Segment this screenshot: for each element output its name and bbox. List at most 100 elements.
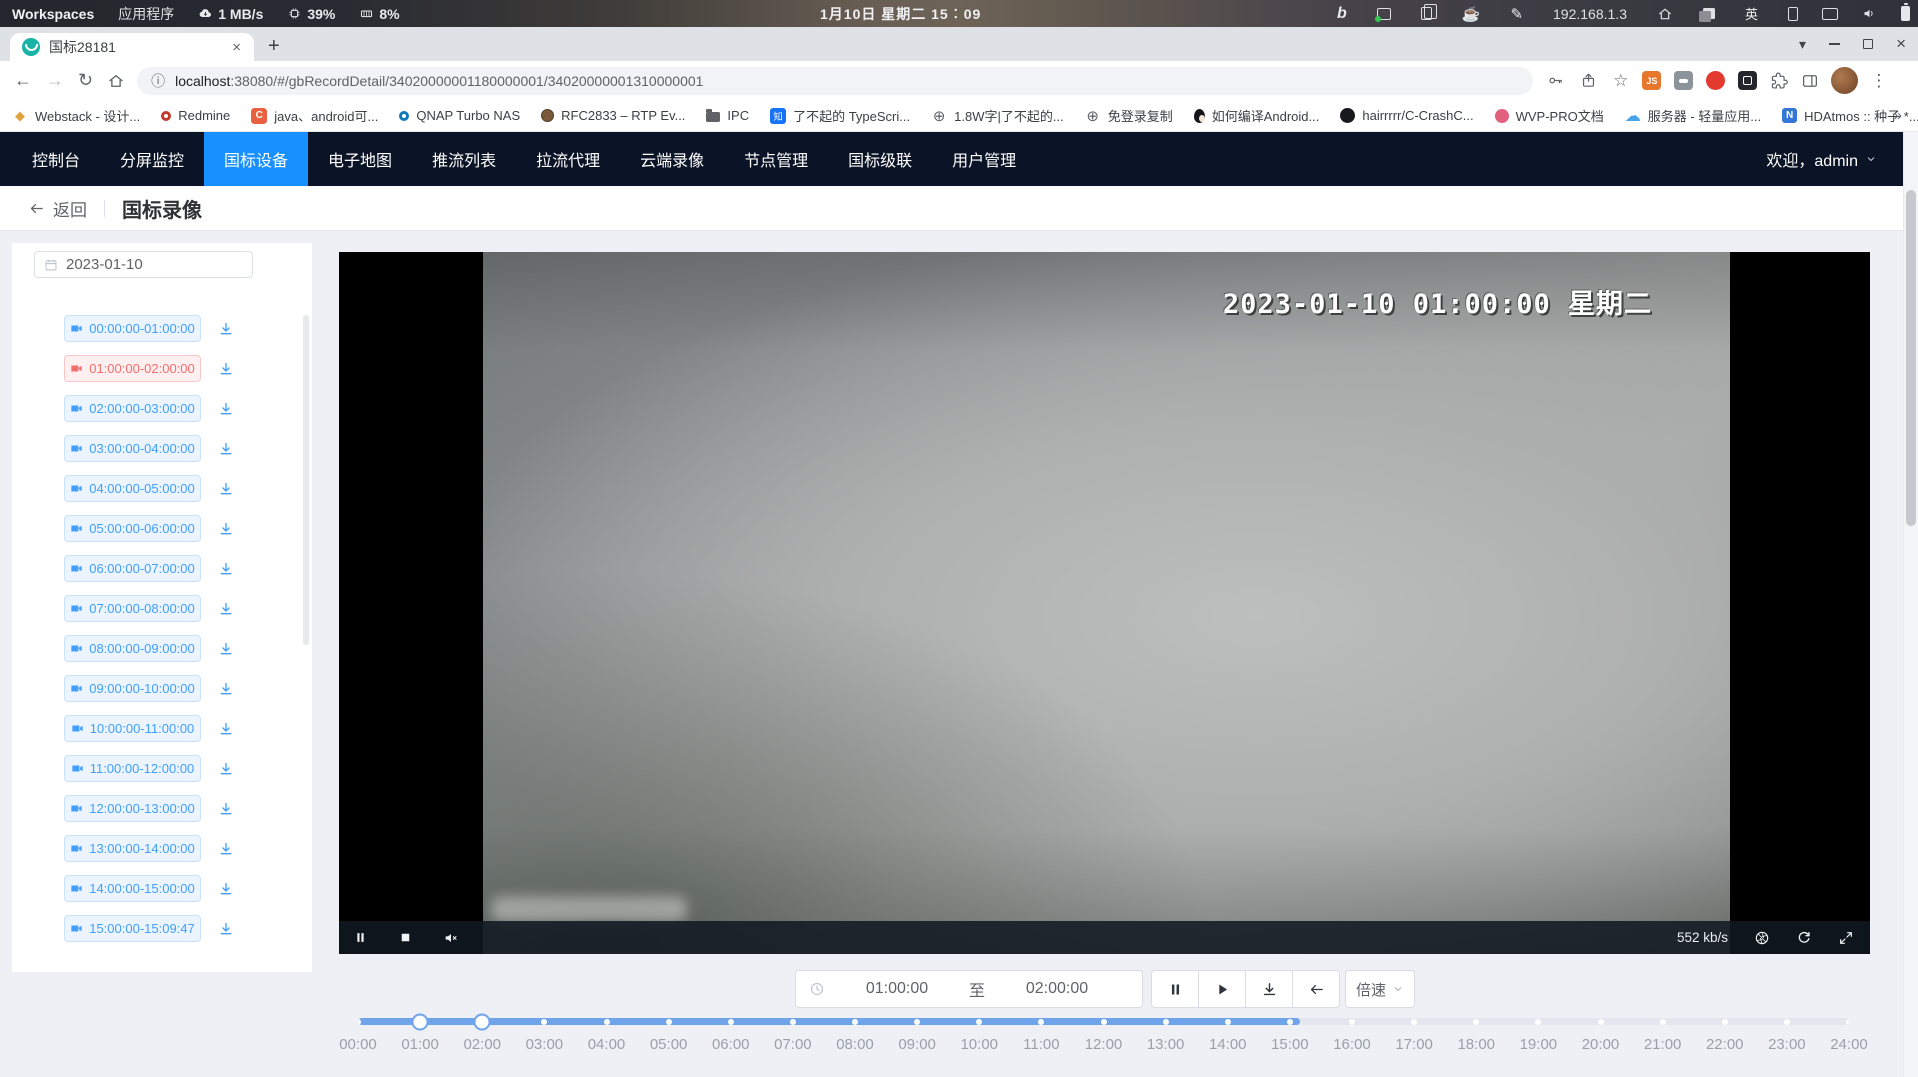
pause-icon[interactable] [353, 930, 368, 945]
segment-play-button[interactable]: 13:00:00-14:00:00 [64, 835, 201, 862]
download-button[interactable] [1245, 970, 1293, 1008]
profile-avatar[interactable] [1831, 67, 1858, 94]
js-extension-icon[interactable]: JS [1642, 71, 1661, 90]
segment-play-button[interactable]: 14:00:00-15:00:00 [64, 875, 201, 902]
segment-play-button[interactable]: 06:00:00-07:00:00 [64, 555, 201, 582]
screenshot-tray-icon[interactable] [1377, 8, 1391, 20]
segment-play-button[interactable]: 15:00:00-15:09:47 [64, 915, 201, 942]
segment-download-icon[interactable] [218, 841, 234, 857]
timeline-handle-start[interactable] [412, 1013, 429, 1030]
page-scrollbar[interactable] [1903, 132, 1918, 1077]
bookmark-item[interactable]: WVP-PRO文档 [1495, 106, 1604, 125]
segment-download-icon[interactable] [218, 881, 234, 897]
nav-menu-item[interactable]: 拉流代理 [516, 132, 620, 186]
bookmark-item[interactable]: 免登录复制 [1085, 106, 1173, 125]
workspaces-button[interactable]: Workspaces [12, 6, 94, 22]
segment-download-icon[interactable] [218, 361, 234, 377]
browser-back-button[interactable]: ← [14, 70, 32, 91]
stop-icon[interactable] [398, 930, 413, 945]
input-language-indicator[interactable]: 英 [1745, 4, 1758, 23]
segment-download-icon[interactable] [218, 481, 234, 497]
end-time-field[interactable]: 02:00:00 [985, 980, 1129, 998]
window-close-button[interactable]: × [1896, 34, 1906, 54]
segment-download-icon[interactable] [218, 641, 234, 657]
segment-download-icon[interactable] [218, 761, 234, 777]
applications-menu[interactable]: 应用程序 [118, 4, 174, 24]
gray-extension-icon[interactable] [1674, 71, 1693, 90]
tab-list-chevron-icon[interactable]: ▾ [1799, 36, 1806, 53]
nav-menu-item[interactable]: 国标设备 [204, 132, 308, 186]
refresh-icon[interactable] [1796, 930, 1812, 946]
segment-play-button[interactable]: 10:00:00-11:00:00 [64, 715, 201, 742]
segment-download-icon[interactable] [218, 921, 234, 937]
segment-play-button[interactable]: 07:00:00-08:00:00 [64, 595, 201, 622]
browser-tab[interactable]: 国标28181 × [10, 33, 254, 61]
nav-menu-item[interactable]: 分屏监控 [100, 132, 204, 186]
segment-play-button[interactable]: 01:00:00-02:00:00 [64, 355, 201, 382]
sidebar-scrollbar[interactable] [303, 315, 309, 645]
playback-speed-button[interactable]: 倍速 [1345, 970, 1415, 1008]
bookmark-item[interactable]: RFC2833 – RTP Ev... [541, 108, 685, 123]
bookmark-item[interactable]: 如何编译Android... [1194, 106, 1320, 125]
mute-speaker-icon[interactable] [443, 930, 459, 946]
segment-download-icon[interactable] [218, 721, 234, 737]
start-time-field[interactable]: 01:00:00 [825, 980, 969, 998]
pen-tray-icon[interactable]: ✎ [1510, 5, 1523, 23]
segment-play-button[interactable]: 02:00:00-03:00:00 [64, 395, 201, 422]
segment-download-icon[interactable] [218, 521, 234, 537]
video-player[interactable]: 2023-01-10 01:00:00 星期二 552 kb/s [339, 252, 1870, 954]
new-tab-button[interactable]: + [268, 32, 280, 60]
browser-reload-button[interactable]: ↻ [78, 70, 93, 91]
dark-extension-icon[interactable] [1738, 71, 1757, 90]
nav-menu-item[interactable]: 推流列表 [412, 132, 516, 186]
segment-play-button[interactable]: 12:00:00-13:00:00 [64, 795, 201, 822]
close-tab-icon[interactable]: × [229, 39, 244, 56]
address-bar[interactable]: ⓘ localhost:38080/#/gbRecordDetail/34020… [137, 67, 1533, 95]
segment-download-icon[interactable] [218, 401, 234, 417]
segment-play-button[interactable]: 11:00:00-12:00:00 [64, 755, 201, 782]
bookmark-item[interactable]: 了不起的 TypeScri... [770, 106, 910, 125]
fullscreen-icon[interactable] [1838, 930, 1854, 946]
password-key-icon[interactable] [1547, 72, 1564, 89]
bookmark-item[interactable]: Redmine [161, 108, 230, 123]
clock-indicator[interactable]: 1月10日 星期二 15︰09 [820, 4, 981, 24]
snapshot-aperture-icon[interactable] [1754, 930, 1770, 946]
bookmark-item[interactable]: Webstack - 设计... [12, 106, 140, 125]
bing-tray-icon[interactable]: b [1337, 5, 1347, 23]
site-info-icon[interactable]: ⓘ [151, 71, 165, 91]
window-maximize-button[interactable] [1863, 39, 1873, 49]
home-tray-icon[interactable] [1657, 6, 1673, 22]
bookmarks-overflow-chevron[interactable]: » [1894, 107, 1902, 124]
caffeine-tray-icon[interactable]: ☕ [1462, 5, 1481, 23]
bookmark-item[interactable]: 服务器 - 轻量应用... [1625, 106, 1761, 125]
nav-menu-item[interactable]: 用户管理 [932, 132, 1036, 186]
segment-download-icon[interactable] [218, 601, 234, 617]
nav-menu-item[interactable]: 控制台 [12, 132, 100, 186]
segment-play-button[interactable]: 04:00:00-05:00:00 [64, 475, 201, 502]
side-panel-icon[interactable] [1801, 72, 1819, 90]
window-switcher-icon[interactable] [1703, 8, 1715, 19]
segment-play-button[interactable]: 09:00:00-10:00:00 [64, 675, 201, 702]
segment-play-button[interactable]: 08:00:00-09:00:00 [64, 635, 201, 662]
tablet-tray-icon[interactable] [1788, 7, 1798, 21]
timeline-track[interactable] [358, 1018, 1849, 1025]
segment-download-icon[interactable] [218, 681, 234, 697]
segment-download-icon[interactable] [218, 441, 234, 457]
bookmark-item[interactable]: hairrrrr/C-CrashC... [1340, 108, 1473, 123]
browser-menu-icon[interactable]: ⋮ [1870, 71, 1887, 91]
play-button[interactable] [1198, 970, 1246, 1008]
nav-menu-item[interactable]: 国标级联 [828, 132, 932, 186]
share-icon[interactable] [1580, 72, 1597, 89]
pause-button[interactable] [1151, 970, 1199, 1008]
time-range-picker[interactable]: 01:00:00 至 02:00:00 [795, 970, 1143, 1008]
browser-home-button[interactable] [107, 72, 125, 90]
segment-download-icon[interactable] [218, 801, 234, 817]
nav-menu-item[interactable]: 电子地图 [308, 132, 412, 186]
extensions-puzzle-icon[interactable] [1770, 72, 1788, 90]
user-menu[interactable]: 欢迎，admin [1766, 147, 1877, 171]
date-picker-input[interactable]: 2023-01-10 [34, 251, 253, 278]
segment-download-icon[interactable] [218, 561, 234, 577]
nav-menu-item[interactable]: 节点管理 [724, 132, 828, 186]
nav-menu-item[interactable]: 云端录像 [620, 132, 724, 186]
bookmark-item[interactable]: QNAP Turbo NAS [399, 108, 520, 123]
